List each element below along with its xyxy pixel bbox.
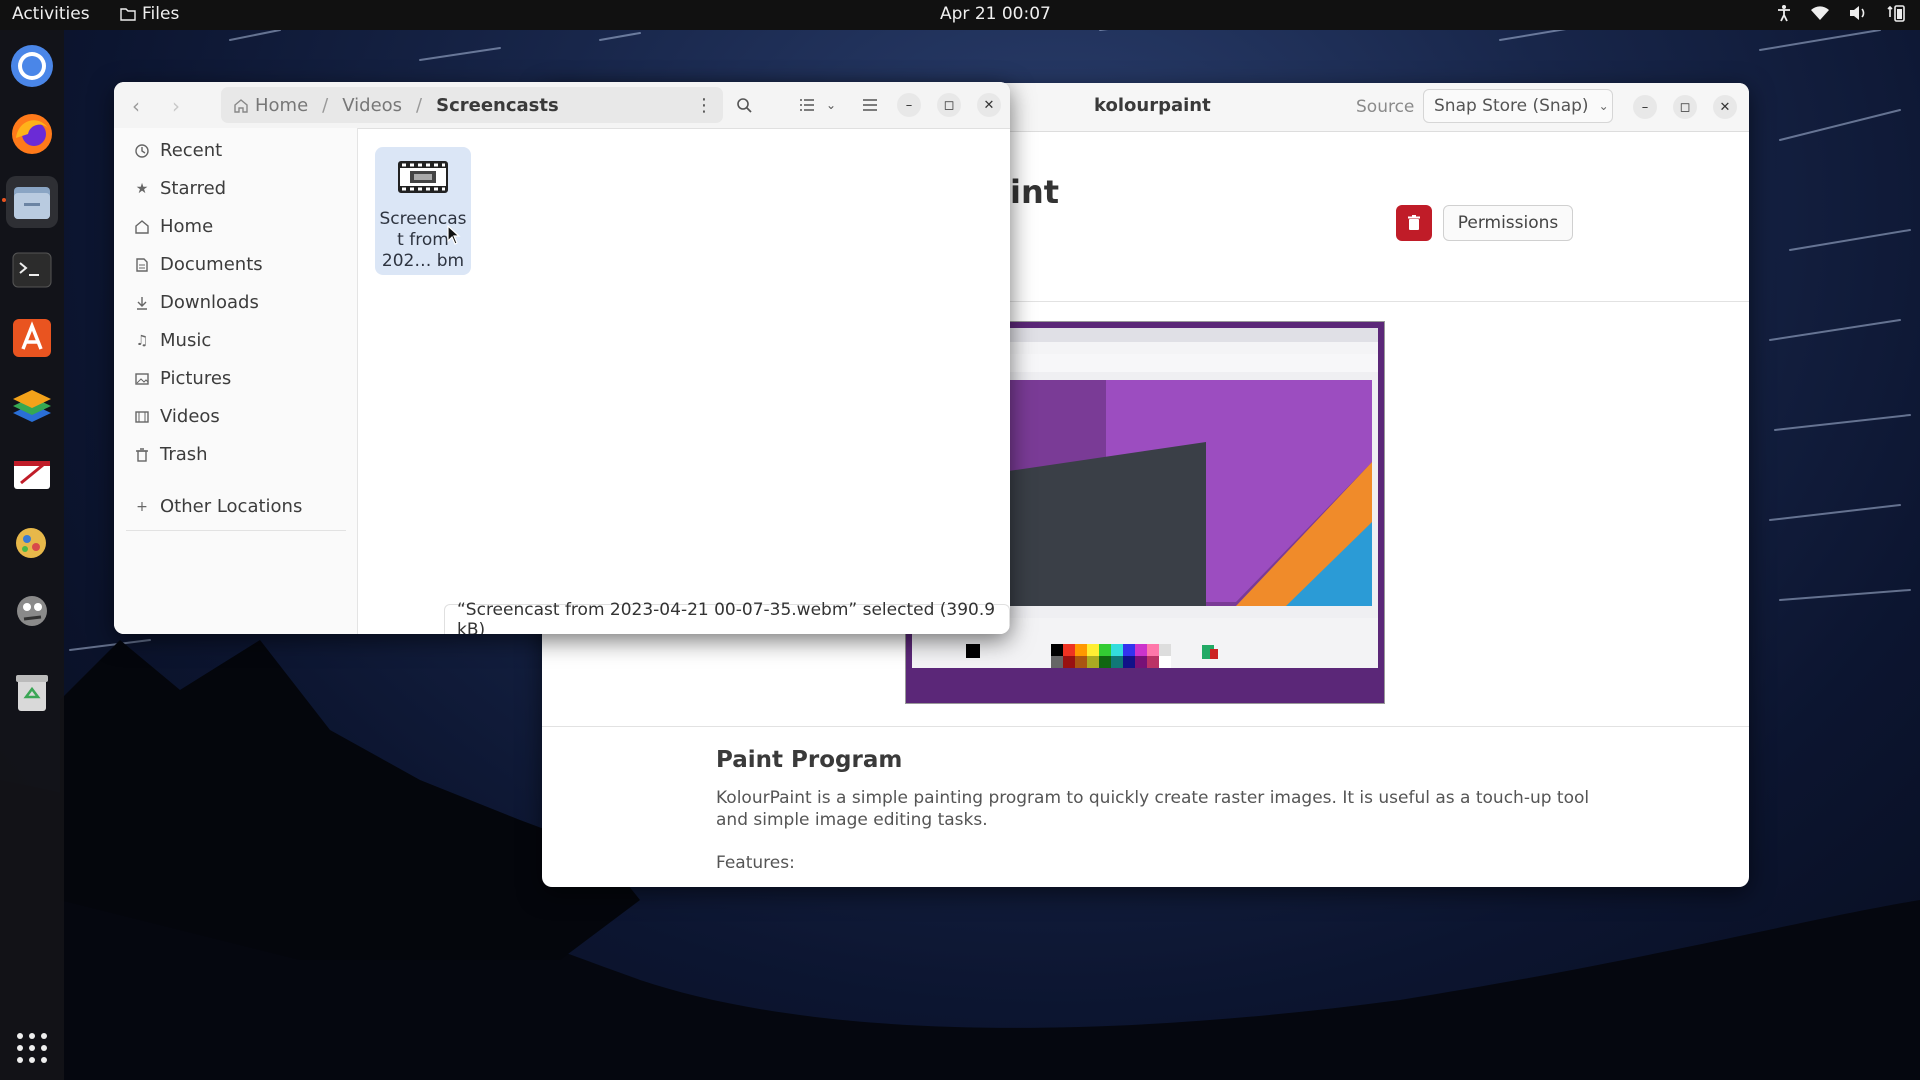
folder-icon (120, 8, 136, 21)
source-label: Source (1356, 97, 1415, 117)
sidebar-item-videos[interactable]: Videos (134, 406, 220, 427)
breadcrumb-separator: / (322, 94, 329, 116)
maximize-button[interactable]: ◻ (937, 93, 961, 117)
firefox-icon[interactable] (6, 108, 58, 160)
breadcrumb-separator: / (416, 94, 423, 116)
sidebar-item-pictures[interactable]: Pictures (134, 368, 231, 389)
menu-icon[interactable] (857, 92, 883, 118)
window-controls: – ◻ ✕ (1633, 95, 1737, 119)
clock[interactable]: Apr 21 00:07 (940, 4, 1051, 24)
top-bar: Activities Files Apr 21 00:07 (0, 0, 1920, 30)
video-icon (134, 409, 150, 425)
sidebar-item-label: Other Locations (160, 496, 303, 517)
list-view-icon[interactable] (794, 92, 820, 118)
clock-icon (134, 143, 150, 159)
chevron-down-icon: ⌄ (1598, 99, 1609, 113)
breadcrumb-screencasts[interactable]: Screencasts (436, 95, 559, 116)
download-icon (134, 295, 150, 311)
back-button[interactable]: ‹ (132, 94, 140, 118)
file-item-screencast[interactable]: Screencas t from 202… bm (375, 147, 471, 275)
places-sidebar: Recent ★ Starred Home Documents Download… (114, 128, 358, 634)
forward-button[interactable]: › (172, 94, 180, 118)
accessibility-icon[interactable] (1776, 4, 1792, 22)
description-title: Paint Program (716, 747, 903, 773)
home-icon (134, 219, 150, 235)
minimize-button[interactable]: – (1633, 95, 1657, 119)
sidebar-item-label: Recent (160, 140, 223, 161)
sidebar-item-label: Starred (160, 178, 227, 199)
sidebar-item-documents[interactable]: Documents (134, 254, 263, 275)
sidebar-item-label: Pictures (160, 368, 232, 389)
app-name-heading: int (1010, 173, 1060, 211)
sidebar-item-label: Trash (160, 444, 208, 465)
files-icon[interactable] (6, 176, 58, 228)
sidebar-item-trash[interactable]: Trash (134, 444, 208, 465)
sidebar-item-starred[interactable]: ★ Starred (134, 178, 226, 199)
layers-app-icon[interactable] (6, 380, 58, 432)
path-menu-icon[interactable]: ⋮ (695, 95, 713, 116)
chevron-down-icon[interactable]: ⌄ (818, 92, 844, 118)
breadcrumb-home[interactable]: Home (255, 95, 308, 116)
document-icon (134, 257, 150, 273)
search-icon[interactable] (731, 92, 757, 118)
home-icon (234, 98, 248, 113)
divider (542, 726, 1749, 727)
inkscape-icon[interactable] (6, 584, 58, 636)
files-headerbar: ‹ › Home / Videos / Screencasts ⋮ ⌄ – ◻ … (114, 82, 1010, 129)
app-menu-label: Files (142, 4, 180, 24)
breadcrumb-videos[interactable]: Videos (342, 95, 402, 116)
source-dropdown[interactable]: Snap Store (Snap) ⌄ (1423, 89, 1613, 123)
close-button[interactable]: ✕ (977, 93, 1001, 117)
trash-icon (1408, 215, 1420, 230)
running-indicator (2, 198, 6, 202)
sidebar-item-label: Videos (160, 406, 220, 427)
uninstall-button[interactable] (1396, 205, 1432, 241)
trash-icon (134, 447, 150, 463)
files-window: ‹ › Home / Videos / Screencasts ⋮ ⌄ – ◻ … (114, 82, 1010, 634)
drawing-app-icon[interactable] (6, 448, 58, 500)
star-icon: ★ (135, 180, 149, 197)
mouse-cursor-icon (447, 225, 461, 245)
file-label-line: 202… bm (381, 251, 465, 271)
picture-icon (134, 371, 150, 387)
path-bar[interactable]: Home / Videos / Screencasts ⋮ (221, 87, 723, 123)
selection-status-bar: “Screencast from 2023-04-21 00-07-35.web… (444, 600, 1010, 634)
show-apps-icon[interactable] (6, 1022, 58, 1074)
sidebar-item-label: Documents (160, 254, 263, 275)
trash-icon[interactable] (6, 666, 58, 718)
window-controls: – ◻ ✕ (897, 93, 1001, 117)
terminal-icon[interactable] (6, 244, 58, 296)
sidebar-item-home[interactable]: Home (134, 216, 213, 237)
dock (0, 30, 64, 1080)
volume-icon[interactable] (1848, 5, 1868, 21)
system-tray[interactable] (1776, 4, 1906, 22)
window-title: kolourpaint (1094, 95, 1211, 116)
minimize-button[interactable]: – (897, 93, 921, 117)
gimp-icon[interactable] (6, 516, 58, 568)
source-dropdown-value: Snap Store (Snap) (1434, 96, 1589, 116)
sidebar-item-other-locations[interactable]: + Other Locations (134, 496, 302, 517)
permissions-button[interactable]: Permissions (1443, 205, 1573, 241)
description-text: KolourPaint is a simple painting program… (716, 788, 1590, 830)
sidebar-item-downloads[interactable]: Downloads (134, 292, 259, 313)
features-label: Features: (716, 853, 795, 873)
sidebar-item-recent[interactable]: Recent (134, 140, 222, 161)
app-center-icon[interactable] (6, 312, 58, 364)
sidebar-item-label: Downloads (160, 292, 259, 313)
music-icon: ♫ (135, 332, 149, 349)
sidebar-item-label: Home (160, 216, 214, 237)
sidebar-divider (126, 530, 346, 531)
sidebar-item-label: Music (160, 330, 212, 351)
battery-icon[interactable] (1886, 4, 1906, 22)
video-file-icon (398, 161, 448, 193)
sidebar-item-music[interactable]: ♫ Music (134, 330, 212, 351)
close-button[interactable]: ✕ (1713, 95, 1737, 119)
app-menu[interactable]: Files (120, 4, 179, 24)
maximize-button[interactable]: ◻ (1673, 95, 1697, 119)
activities-button[interactable]: Activities (12, 4, 90, 24)
chromium-icon[interactable] (6, 40, 58, 92)
wifi-icon[interactable] (1810, 5, 1830, 21)
plus-icon: + (136, 498, 148, 515)
